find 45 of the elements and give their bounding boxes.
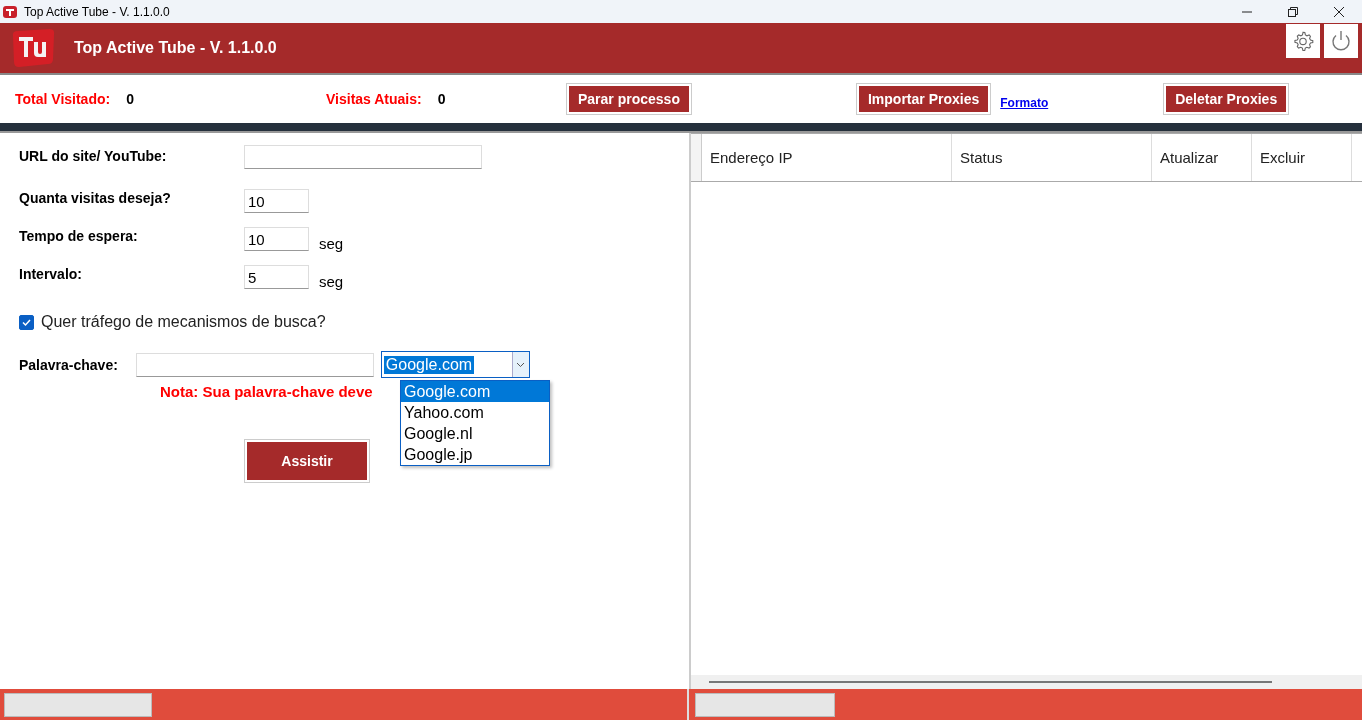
delete-proxies-button[interactable]: Deletar Proxies xyxy=(1166,86,1287,112)
input-field[interactable]: 5 xyxy=(244,265,309,289)
field-label: Quanta visitas deseja? xyxy=(19,189,172,206)
tube-logo-icon xyxy=(10,28,56,68)
settings-button[interactable] xyxy=(1286,24,1320,58)
dropdown-option[interactable]: Google.nl xyxy=(401,423,549,444)
restore-icon xyxy=(1287,5,1299,18)
engine-dropdown[interactable]: Google.com xyxy=(380,351,530,378)
horizontal-scrollbar[interactable] xyxy=(691,675,1362,689)
input-field[interactable]: 10 xyxy=(244,189,309,213)
checkbox-label: Quer tráfego de mecanismos de busca? xyxy=(41,313,326,331)
column-header[interactable]: Excluir xyxy=(1252,134,1352,181)
field-label: URL do site/ YouTube: xyxy=(19,147,168,164)
power-button[interactable] xyxy=(1324,24,1358,58)
dropdown-option[interactable]: Yahoo.com xyxy=(401,402,549,423)
column-header[interactable]: Atualizar xyxy=(1152,134,1252,181)
stop-process-button[interactable]: Parar processo xyxy=(569,86,689,112)
app-title: Top Active Tube - V. 1.1.0.0 xyxy=(74,39,277,57)
field-label: Intervalo: xyxy=(19,265,83,282)
note-text: Nota: Sua palavra-chave deve xyxy=(160,383,374,400)
field-label: Palavra-chave: xyxy=(19,356,118,373)
input-field[interactable] xyxy=(244,145,482,169)
column-header[interactable]: Endereço IP xyxy=(702,134,952,181)
stat-label: Visitas Atuais: xyxy=(326,91,422,107)
stat-value: 0 xyxy=(126,91,134,107)
input-field[interactable]: 10 xyxy=(244,227,309,251)
unit-label: seg xyxy=(319,273,344,290)
unit-label: seg xyxy=(319,235,344,252)
window-title: Top Active Tube - V. 1.1.0.0 xyxy=(24,4,170,19)
keyword-field[interactable] xyxy=(135,352,374,377)
checkbox[interactable] xyxy=(19,314,34,330)
dropdown-option[interactable]: Google.jp xyxy=(401,444,549,465)
power-icon xyxy=(1329,29,1353,53)
stat-label: Total Visitado: xyxy=(15,91,111,107)
dropdown-option[interactable]: Google.com xyxy=(401,381,549,402)
stat-value: 0 xyxy=(437,91,446,107)
format-link[interactable]: Formato xyxy=(1000,96,1049,110)
watch-button[interactable]: Assistir xyxy=(247,442,367,480)
app-logo-icon xyxy=(2,4,18,19)
import-proxies-button[interactable]: Importar Proxies xyxy=(858,86,989,112)
column-header[interactable]: Status xyxy=(952,134,1152,181)
settings-icon xyxy=(1292,30,1314,52)
close-icon xyxy=(1333,5,1345,18)
chevron-down-icon xyxy=(516,361,526,368)
field-label: Tempo de espera: xyxy=(19,227,139,244)
